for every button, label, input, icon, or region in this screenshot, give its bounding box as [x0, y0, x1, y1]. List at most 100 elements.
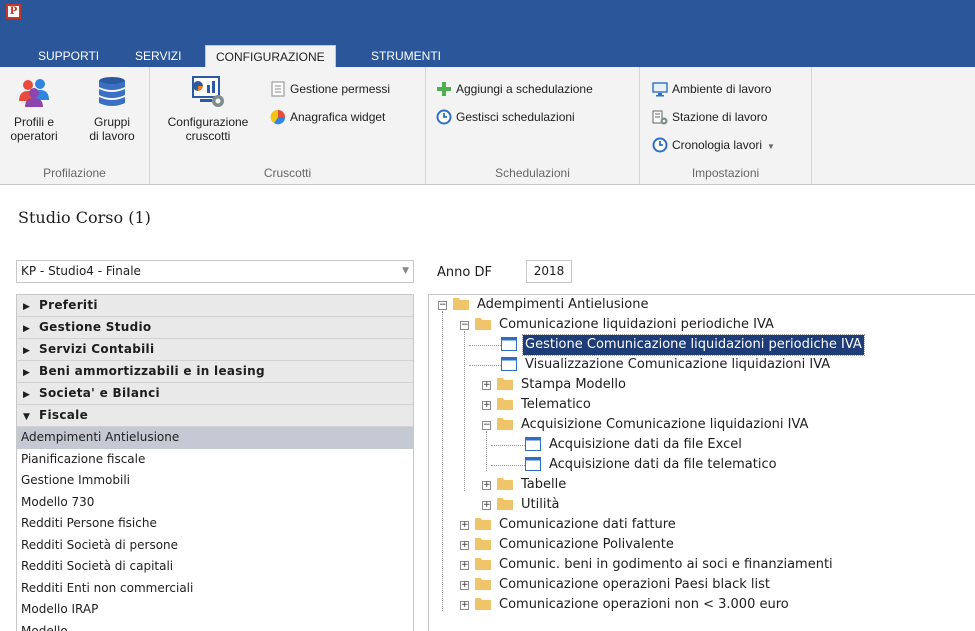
configurazione-label-2: cruscotti	[185, 129, 231, 143]
tree-node-label: Utilità	[521, 497, 560, 512]
folder-icon	[475, 598, 491, 610]
tree-node-label: Comunicazione operazioni non < 3.000 eur…	[499, 597, 789, 612]
tree-node-label: Comunicazione dati fatture	[499, 517, 676, 532]
nav-item-gestione-immobili[interactable]: Gestione Immobili	[17, 470, 413, 492]
stazione-lavoro-button[interactable]: Stazione di lavoro	[652, 107, 767, 127]
nav-item-redditi-persone-fisiche[interactable]: Redditi Persone fisiche	[17, 513, 413, 535]
nav-item-redditi-enti-non-commerciali[interactable]: Redditi Enti non commerciali	[17, 578, 413, 600]
tree-expand-toggle[interactable]: +	[482, 401, 491, 410]
anno-df-field[interactable]: 2018	[526, 260, 572, 283]
tree-node-label: Acquisizione dati da file Excel	[549, 437, 742, 452]
aggiungi-schedulazione-label: Aggiungi a schedulazione	[456, 82, 593, 96]
folder-icon	[497, 398, 513, 410]
tree-expand-toggle[interactable]: +	[482, 381, 491, 390]
ambiente-lavoro-button[interactable]: Ambiente di lavoro	[652, 79, 771, 99]
group-label-cruscotti: Cruscotti	[263, 166, 312, 180]
dashboard-config-icon	[192, 76, 224, 107]
tree-node-label: Adempimenti Antielusione	[477, 297, 649, 312]
nav-category-servizi-contabili[interactable]: ▶ Servizi Contabili	[17, 339, 413, 361]
nav-item-pianificazione-fiscale[interactable]: Pianificazione fiscale	[17, 449, 413, 471]
tree-expand-toggle[interactable]: +	[460, 561, 469, 570]
tree-node-comunicazione-liquidazioni[interactable]: Comunicazione liquidazioni periodiche IV…	[475, 315, 776, 335]
dropdown-arrow-icon[interactable]: ▼	[767, 142, 775, 151]
tree-connector	[464, 331, 465, 491]
folder-icon	[475, 558, 491, 570]
nav-category-beni-ammortizzabili[interactable]: ▶ Beni ammortizzabili e in leasing	[17, 361, 413, 383]
folder-icon	[475, 318, 491, 330]
tree-collapse-toggle[interactable]: −	[438, 301, 447, 310]
gruppi-label-1: Gruppi	[93, 115, 131, 129]
tree-connector	[491, 445, 525, 446]
nav-category-gestione-studio[interactable]: ▶ Gestione Studio	[17, 317, 413, 339]
tree-node-label: Tabelle	[521, 477, 567, 492]
tree-node-acquisizione-telematico[interactable]: Acquisizione dati da file telematico	[525, 455, 779, 475]
nav-category-preferiti[interactable]: ▶ Preferiti	[17, 295, 413, 317]
configurazione-cruscotti-button[interactable]: Configurazione cruscotti	[158, 75, 258, 143]
nav-category-societa-bilanci[interactable]: ▶ Societa' e Bilanci	[17, 383, 413, 405]
tree-node-visualizzazione[interactable]: Visualizzazione Comunicazione liquidazio…	[501, 355, 832, 375]
tab-supporti[interactable]: SUPPORTI	[38, 45, 99, 68]
group-profilazione: Profili e operatori Gruppi di lavoro Pro…	[0, 67, 150, 184]
window-form-icon	[501, 336, 517, 351]
gruppi-lavoro-button[interactable]: Gruppi di lavoro	[80, 75, 144, 143]
tree-expand-toggle[interactable]: +	[482, 501, 491, 510]
tab-strumenti[interactable]: STRUMENTI	[371, 45, 441, 68]
caret-down-icon: ▼	[23, 412, 31, 422]
tree-connector	[469, 365, 503, 366]
stazione-lavoro-label: Stazione di lavoro	[672, 110, 768, 124]
gestisci-schedulazioni-button[interactable]: Gestisci schedulazioni	[436, 107, 575, 127]
tree-node-gestione-comunicazione[interactable]: Gestione Comunicazione liquidazioni peri…	[501, 334, 865, 356]
anagrafica-widget-label: Anagrafica widget	[290, 110, 386, 124]
nav-item-more[interactable]: Modello ...	[17, 621, 413, 631]
aggiungi-schedulazione-button[interactable]: Aggiungi a schedulazione	[436, 79, 593, 99]
studio-select-value: KP - Studio4 - Finale	[21, 264, 141, 278]
studio-select[interactable]: KP - Studio4 - Finale ▼	[16, 260, 414, 283]
tree-node-operazioni-3000[interactable]: Comunicazione operazioni non < 3.000 eur…	[475, 595, 791, 615]
profili-label-2: operatori	[10, 129, 58, 143]
gestione-permessi-label: Gestione permessi	[290, 82, 391, 96]
tree-node-label: Stampa Modello	[521, 377, 626, 392]
nav-category-fiscale[interactable]: ▼ Fiscale	[17, 405, 413, 427]
tree-expand-toggle[interactable]: +	[460, 601, 469, 610]
tree-node-telematico[interactable]: Telematico	[497, 395, 593, 415]
tree-connector	[491, 465, 525, 466]
tree-expand-toggle[interactable]: +	[482, 481, 491, 490]
tree-collapse-toggle[interactable]: −	[460, 321, 469, 330]
monitor-icon	[652, 82, 668, 97]
tree-expand-toggle[interactable]: +	[460, 581, 469, 590]
tab-servizi[interactable]: SERVIZI	[135, 45, 181, 68]
tree-node-label: Acquisizione dati da file telematico	[549, 457, 777, 472]
pie-chart-icon	[270, 109, 286, 125]
tree-node-label: Acquisizione Comunicazione liquidazioni …	[521, 417, 809, 432]
tree-node-black-list[interactable]: Comunicazione operazioni Paesi black lis…	[475, 575, 772, 595]
tree-node-label: Comunicazione liquidazioni periodiche IV…	[499, 317, 774, 332]
tree-expand-toggle[interactable]: +	[460, 541, 469, 550]
tree-node-adempimenti[interactable]: Adempimenti Antielusione	[453, 295, 650, 315]
profili-operatori-button[interactable]: Profili e operatori	[4, 75, 64, 143]
tree-node-polivalente[interactable]: Comunicazione Polivalente	[475, 535, 676, 555]
tree-node-utilita[interactable]: Utilità	[497, 495, 562, 515]
nav-item-modello-irap[interactable]: Modello IRAP	[17, 599, 413, 621]
nav-item-modello-730[interactable]: Modello 730	[17, 492, 413, 514]
tree-node-stampa-modello[interactable]: Stampa Modello	[497, 375, 628, 395]
tree-node-acquisizione-excel[interactable]: Acquisizione dati da file Excel	[525, 435, 744, 455]
group-schedulazioni: Aggiungi a schedulazione Gestisci schedu…	[426, 67, 640, 184]
tree-expand-toggle[interactable]: +	[460, 521, 469, 530]
tree-node-acquisizione[interactable]: Acquisizione Comunicazione liquidazioni …	[497, 415, 810, 435]
tree-node-beni-godimento[interactable]: Comunic. beni in godimento ai soci e fin…	[475, 555, 835, 575]
folder-icon	[475, 518, 491, 530]
nav-item-redditi-societa-persone[interactable]: Redditi Società di persone	[17, 535, 413, 557]
tree-node-label: Telematico	[521, 397, 591, 412]
ambiente-lavoro-label: Ambiente di lavoro	[672, 82, 772, 96]
tree-collapse-toggle[interactable]: −	[482, 421, 491, 430]
nav-item-adempimenti-antielusione[interactable]: Adempimenti Antielusione	[17, 427, 413, 449]
tree-node-dati-fatture[interactable]: Comunicazione dati fatture	[475, 515, 678, 535]
tree-view: − Adempimenti Antielusione − Comunicazio…	[428, 294, 975, 631]
gestione-permessi-button[interactable]: Gestione permessi	[270, 79, 390, 99]
tab-configurazione[interactable]: CONFIGURAZIONE	[205, 45, 336, 68]
tree-node-tabelle[interactable]: Tabelle	[497, 475, 568, 495]
cronologia-lavori-button[interactable]: Cronologia lavori ▼	[652, 135, 775, 155]
app-logo-icon[interactable]: P	[6, 4, 21, 19]
nav-item-redditi-societa-capitali[interactable]: Redditi Società di capitali	[17, 556, 413, 578]
anagrafica-widget-button[interactable]: Anagrafica widget	[270, 107, 385, 127]
